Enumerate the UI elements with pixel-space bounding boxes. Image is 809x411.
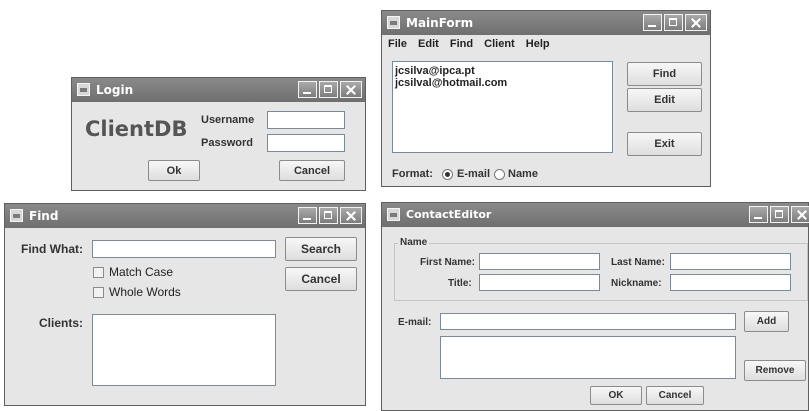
title-field[interactable]: [479, 274, 600, 291]
mainform-menubar: File Edit Find Client Help: [388, 38, 558, 50]
radio-email-label: E-mail: [457, 168, 491, 180]
find-title: Find: [29, 209, 59, 223]
list-item[interactable]: jcsilval@hotmail.com: [393, 77, 612, 89]
last-name-field[interactable]: [670, 253, 791, 270]
find-button[interactable]: Find: [627, 62, 702, 86]
contacteditor-titlebar[interactable]: ContactEditor: [382, 203, 809, 227]
radio-name-label: Name: [508, 168, 538, 180]
password-field[interactable]: [267, 134, 345, 152]
find-what-field[interactable]: [92, 240, 276, 258]
match-case-label: Match Case: [109, 265, 174, 279]
close-icon[interactable]: [685, 14, 707, 31]
contacteditor-title: ContactEditor: [406, 208, 492, 221]
last-name-label: Last Name:: [611, 257, 665, 268]
name-group: [394, 243, 808, 301]
password-label: Password: [201, 137, 253, 149]
maximize-icon[interactable]: [319, 81, 338, 98]
close-icon[interactable]: [340, 81, 362, 98]
mainform-titlebar[interactable]: MainForm: [382, 11, 710, 35]
menu-file[interactable]: File: [388, 38, 407, 50]
match-case-checkbox[interactable]: [93, 267, 104, 278]
close-icon[interactable]: [340, 207, 362, 224]
whole-words-checkbox[interactable]: [93, 287, 104, 298]
clientdb-logo: ClientDB: [85, 117, 188, 141]
contacteditor-window: ContactEditor Name First Name: Last Name…: [381, 202, 809, 411]
ok-button[interactable]: OK: [590, 386, 642, 405]
java-app-icon: [10, 209, 23, 222]
mainform-window: MainForm File Edit Find Client Help jcsi…: [381, 10, 711, 187]
java-app-icon: [387, 16, 400, 29]
maximize-icon[interactable]: [664, 14, 683, 31]
minimize-icon[interactable]: [298, 81, 317, 98]
username-field[interactable]: [267, 111, 345, 129]
cancel-button[interactable]: Cancel: [285, 267, 357, 291]
find-titlebar[interactable]: Find: [5, 204, 365, 228]
maximize-icon[interactable]: [770, 206, 789, 223]
cancel-button[interactable]: Cancel: [646, 386, 704, 405]
nickname-field[interactable]: [670, 274, 791, 291]
java-app-icon: [387, 208, 400, 221]
first-name-field[interactable]: [479, 253, 600, 270]
exit-button[interactable]: Exit: [627, 132, 702, 156]
username-label: Username: [201, 114, 255, 126]
login-window: Login ClientDB Username Password Ok Canc…: [71, 77, 366, 191]
minimize-icon[interactable]: [643, 14, 662, 31]
java-app-icon: [77, 83, 90, 96]
login-titlebar[interactable]: Login: [72, 78, 365, 102]
menu-client[interactable]: Client: [484, 38, 515, 50]
minimize-icon[interactable]: [749, 206, 768, 223]
menu-help[interactable]: Help: [526, 38, 550, 50]
email-list[interactable]: [440, 336, 736, 379]
close-icon[interactable]: [791, 206, 809, 223]
clients-label: Clients:: [39, 316, 84, 330]
menu-edit[interactable]: Edit: [418, 38, 439, 50]
find-what-label: Find What:: [21, 242, 83, 256]
cancel-button[interactable]: Cancel: [279, 160, 345, 181]
radio-email[interactable]: [442, 169, 453, 180]
menu-find[interactable]: Find: [450, 38, 473, 50]
remove-button[interactable]: Remove: [744, 360, 806, 381]
first-name-label: First Name:: [420, 257, 476, 268]
client-list[interactable]: jcsilva@ipca.pt jcsilval@hotmail.com: [392, 61, 613, 153]
search-button[interactable]: Search: [285, 237, 357, 261]
clients-list[interactable]: [92, 314, 276, 386]
list-item[interactable]: jcsilva@ipca.pt: [393, 62, 612, 77]
find-window: Find Find What: Search Cancel Match Case…: [4, 203, 366, 406]
nickname-label: Nickname:: [611, 278, 662, 289]
minimize-icon[interactable]: [298, 207, 317, 224]
radio-name[interactable]: [494, 169, 505, 180]
edit-button[interactable]: Edit: [627, 88, 702, 112]
maximize-icon[interactable]: [319, 207, 338, 224]
email-field[interactable]: [440, 313, 736, 330]
login-title: Login: [96, 83, 134, 97]
whole-words-label: Whole Words: [109, 285, 181, 299]
ok-button[interactable]: Ok: [148, 160, 200, 181]
email-label: E-mail:: [398, 317, 432, 328]
add-button[interactable]: Add: [744, 311, 789, 332]
mainform-title: MainForm: [406, 16, 474, 30]
name-group-label: Name: [398, 237, 430, 248]
title-label: Title:: [448, 278, 472, 289]
format-label: Format:: [392, 168, 433, 180]
